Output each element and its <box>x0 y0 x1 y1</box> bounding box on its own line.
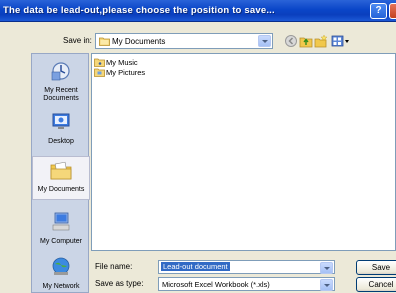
place-desktop[interactable]: Desktop <box>32 111 90 146</box>
place-label: My Recent Documents <box>43 87 79 102</box>
new-folder-icon[interactable] <box>314 34 328 48</box>
back-icon[interactable] <box>284 34 298 48</box>
place-label: My Documents <box>37 186 85 193</box>
place-my-recent-documents[interactable]: My Recent Documents <box>32 60 90 103</box>
place-my-documents[interactable]: My Documents <box>32 156 90 200</box>
save-as-type-value: Microsoft Excel Workbook (*.xls) <box>162 280 270 289</box>
my-network-icon <box>32 256 90 281</box>
file-name-value: Lead-out document <box>161 262 230 271</box>
save-as-type-label: Save as type: <box>95 279 144 288</box>
my-computer-icon <box>32 211 90 236</box>
save-in-value: My Documents <box>112 37 166 46</box>
file-name-field[interactable]: Lead-out document <box>158 260 335 274</box>
file-list[interactable]: My Music My Pictures <box>91 53 396 251</box>
folder-icon <box>99 36 110 48</box>
help-button[interactable]: ? <box>370 3 387 19</box>
cancel-button[interactable]: Cancel <box>356 277 396 292</box>
chevron-down-icon[interactable] <box>258 35 271 47</box>
place-label: My Computer <box>39 238 82 245</box>
desktop-icon <box>32 111 90 136</box>
folder-icon <box>94 68 105 79</box>
window-title: The data be lead-out,please choose the p… <box>3 5 275 16</box>
file-name: My Music <box>106 58 138 67</box>
up-folder-icon[interactable] <box>299 34 313 48</box>
title-bar[interactable]: The data be lead-out,please choose the p… <box>0 0 396 22</box>
recent-documents-icon <box>32 60 90 85</box>
place-my-computer[interactable]: My Computer <box>32 211 90 246</box>
close-button[interactable] <box>389 3 396 19</box>
place-label: My Network <box>42 283 80 290</box>
save-in-dropdown[interactable]: My Documents <box>95 33 273 49</box>
list-item-my-pictures[interactable]: My Pictures <box>94 67 145 79</box>
chevron-down-icon[interactable] <box>320 279 333 291</box>
place-my-network[interactable]: My Network <box>32 256 90 291</box>
file-name: My Pictures <box>106 68 146 77</box>
save-button[interactable]: Save <box>356 260 396 275</box>
my-documents-icon <box>33 161 89 184</box>
chevron-down-icon[interactable] <box>320 262 333 274</box>
save-as-type-dropdown[interactable]: Microsoft Excel Workbook (*.xls) <box>158 277 335 291</box>
views-menu-icon[interactable] <box>331 34 351 48</box>
place-label: Desktop <box>48 138 74 145</box>
file-name-label: File name: <box>95 262 133 271</box>
save-in-label: Save in: <box>63 36 92 45</box>
places-bar: My Recent Documents Desktop My Documents… <box>31 53 90 293</box>
